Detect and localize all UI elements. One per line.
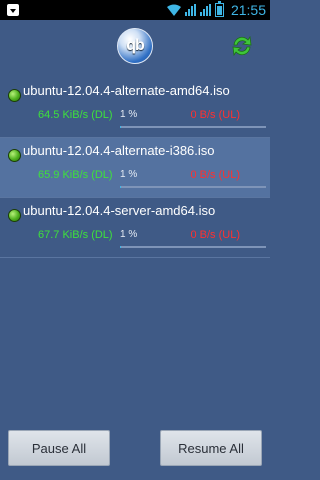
progress-bar — [120, 186, 266, 188]
signal-icon — [184, 4, 196, 16]
battery-icon — [214, 1, 224, 17]
logo-text: qb — [126, 37, 145, 54]
torrent-name: ubuntu-12.04.4-alternate-i386.iso — [23, 143, 215, 158]
upload-rate: 0 B/s (UL) — [190, 169, 240, 181]
status-dot-icon — [8, 149, 21, 162]
status-dot-icon — [8, 209, 21, 222]
torrent-name: ubuntu-12.04.4-alternate-amd64.iso — [23, 83, 230, 98]
torrent-row[interactable]: ubuntu-12.04.4-alternate-amd64.iso 64.5 … — [0, 78, 270, 138]
torrent-row[interactable]: ubuntu-12.04.4-alternate-i386.iso 65.9 K… — [0, 138, 270, 198]
upload-rate: 0 B/s (UL) — [190, 229, 240, 241]
refresh-icon[interactable] — [229, 33, 255, 59]
download-rate: 67.7 KiB/s (DL) — [38, 229, 113, 241]
wifi-icon — [166, 4, 181, 16]
bottom-action-bar: Pause All Resume All — [0, 430, 270, 470]
upload-rate: 0 B/s (UL) — [190, 109, 240, 121]
torrent-list: ubuntu-12.04.4-alternate-amd64.iso 64.5 … — [0, 78, 270, 258]
app-header: qb — [0, 20, 270, 74]
notification-icon — [7, 4, 19, 16]
progress-percent: 1 % — [120, 229, 138, 240]
qbittorrent-logo: qb — [117, 28, 153, 64]
torrent-name: ubuntu-12.04.4-server-amd64.iso — [23, 203, 216, 218]
download-rate: 64.5 KiB/s (DL) — [38, 109, 113, 121]
progress-percent: 1 % — [120, 109, 138, 120]
status-bar: 21:55 — [0, 0, 270, 20]
resume-all-button[interactable]: Resume All — [160, 430, 262, 466]
download-rate: 65.9 KiB/s (DL) — [38, 169, 113, 181]
progress-bar — [120, 126, 266, 128]
torrent-row[interactable]: ubuntu-12.04.4-server-amd64.iso 67.7 KiB… — [0, 198, 270, 258]
signal-icon-2 — [199, 4, 211, 16]
progress-percent: 1 % — [120, 169, 138, 180]
status-dot-icon — [8, 89, 21, 102]
progress-fill — [120, 186, 122, 188]
progress-fill — [120, 246, 122, 248]
status-indicators: 21:55 — [166, 0, 266, 20]
status-time: 21:55 — [230, 2, 266, 18]
pause-all-button[interactable]: Pause All — [8, 430, 110, 466]
progress-fill — [120, 126, 122, 128]
progress-bar — [120, 246, 266, 248]
